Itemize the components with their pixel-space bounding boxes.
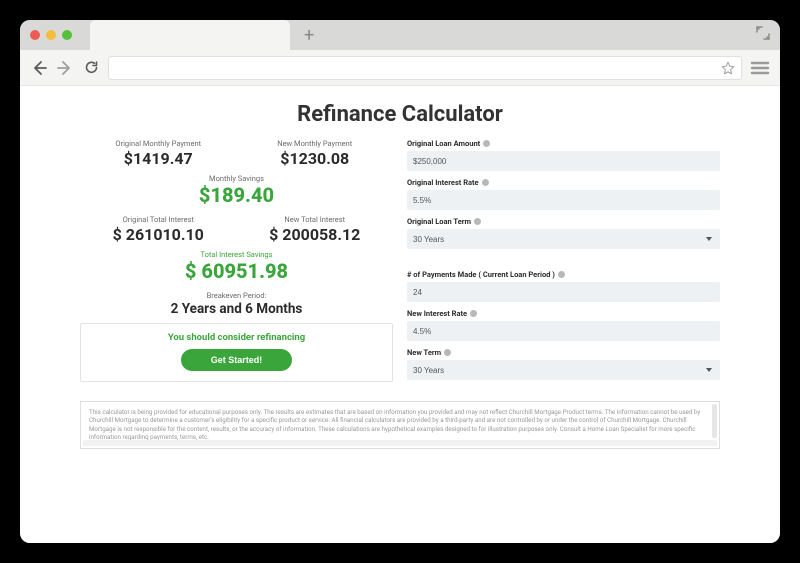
orig-amount-label: Original Loan Amount	[407, 139, 720, 148]
new-rate-label: New Interest Rate	[407, 309, 720, 318]
orig-rate-label: Original Interest Rate	[407, 178, 720, 187]
new-monthly-value: $1230.08	[237, 149, 394, 168]
new-term-select[interactable]	[407, 360, 720, 380]
window-controls	[30, 30, 72, 40]
orig-amount-input[interactable]	[407, 151, 720, 171]
calculator-content: Original Monthly Payment $1419.47 New Mo…	[80, 139, 720, 387]
disclaimer-box[interactable]: This calculator is being provided for ed…	[80, 401, 720, 449]
results-panel: Original Monthly Payment $1419.47 New Mo…	[80, 139, 393, 387]
menu-button[interactable]	[750, 60, 770, 76]
info-icon[interactable]	[444, 349, 451, 356]
get-started-button[interactable]: Get Started!	[181, 349, 293, 371]
new-monthly-label: New Monthly Payment	[237, 139, 394, 148]
browser-window: + Refinance Calculator	[20, 20, 780, 543]
new-total-interest-label: New Total Interest	[237, 215, 394, 224]
inputs-panel: Original Loan Amount Original Interest R…	[407, 139, 720, 387]
page-viewport: Refinance Calculator Original Monthly Pa…	[20, 86, 780, 543]
back-button[interactable]	[30, 60, 48, 76]
breakeven-label: Breakeven Period:	[80, 291, 393, 300]
recommendation-text: You should consider refinancing	[93, 332, 380, 343]
payments-made-label: # of Payments Made ( Current Loan Period…	[407, 270, 720, 279]
browser-tab[interactable]	[90, 20, 290, 50]
page-title: Refinance Calculator	[80, 102, 720, 127]
info-icon[interactable]	[558, 271, 565, 278]
new-term-label: New Term	[407, 348, 720, 357]
browser-toolbar	[20, 50, 780, 86]
expand-icon[interactable]	[756, 26, 770, 40]
orig-total-interest-value: $ 261010.10	[80, 225, 237, 244]
minimize-window-icon[interactable]	[46, 30, 56, 40]
breakeven-value: 2 Years and 6 Months	[80, 301, 393, 317]
info-icon[interactable]	[482, 179, 489, 186]
payments-made-input[interactable]	[407, 282, 720, 302]
address-bar[interactable]	[108, 56, 742, 80]
close-window-icon[interactable]	[30, 30, 40, 40]
orig-term-select[interactable]	[407, 229, 720, 249]
orig-rate-input[interactable]	[407, 190, 720, 210]
forward-button[interactable]	[56, 60, 74, 76]
new-rate-input[interactable]	[407, 321, 720, 341]
new-tab-button[interactable]: +	[304, 25, 314, 46]
total-interest-savings-value: $ 60951.98	[80, 259, 393, 283]
tab-bar: +	[20, 20, 780, 50]
recommendation-box: You should consider refinancing Get Star…	[80, 323, 393, 382]
monthly-savings-value: $189.40	[80, 183, 393, 207]
orig-total-interest-label: Original Total Interest	[80, 215, 237, 224]
orig-monthly-label: Original Monthly Payment	[80, 139, 237, 148]
maximize-window-icon[interactable]	[62, 30, 72, 40]
star-icon[interactable]	[721, 61, 735, 75]
orig-monthly-value: $1419.47	[80, 149, 237, 168]
info-icon[interactable]	[470, 310, 477, 317]
info-icon[interactable]	[483, 140, 490, 147]
monthly-savings-label: Monthly Savings	[80, 174, 393, 183]
reload-button[interactable]	[82, 60, 100, 75]
total-interest-savings-label: Total Interest Savings	[80, 250, 393, 259]
new-total-interest-value: $ 200058.12	[237, 225, 394, 244]
info-icon[interactable]	[474, 218, 481, 225]
orig-term-label: Original Loan Term	[407, 217, 720, 226]
